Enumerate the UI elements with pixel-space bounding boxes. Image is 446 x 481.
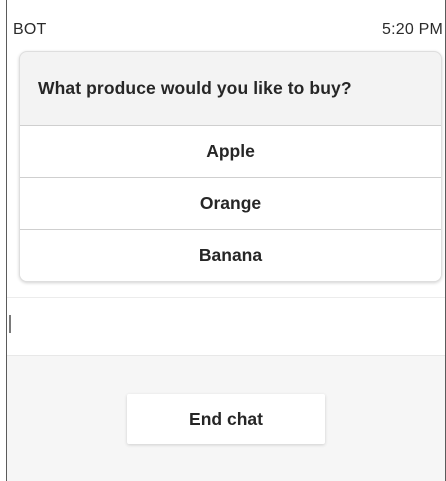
list-picker-card: What produce would you like to buy? Appl… [19,51,442,282]
message-input[interactable] [7,298,445,355]
chat-footer: End chat [7,355,445,481]
message-timestamp: 5:20 PM [382,21,443,38]
list-picker-question: What produce would you like to buy? [38,78,352,98]
text-cursor [9,315,11,333]
sender-name: BOT [13,21,47,38]
option-apple-button[interactable]: Apple [20,125,441,177]
end-chat-button[interactable]: End chat [127,394,325,444]
chat-window: BOT 5:20 PM What produce would you like … [6,0,446,481]
message-header: BOT 5:20 PM [7,0,445,48]
list-picker-options: Apple Orange Banana [20,125,441,281]
option-banana-button[interactable]: Banana [20,229,441,281]
option-orange-button[interactable]: Orange [20,177,441,229]
